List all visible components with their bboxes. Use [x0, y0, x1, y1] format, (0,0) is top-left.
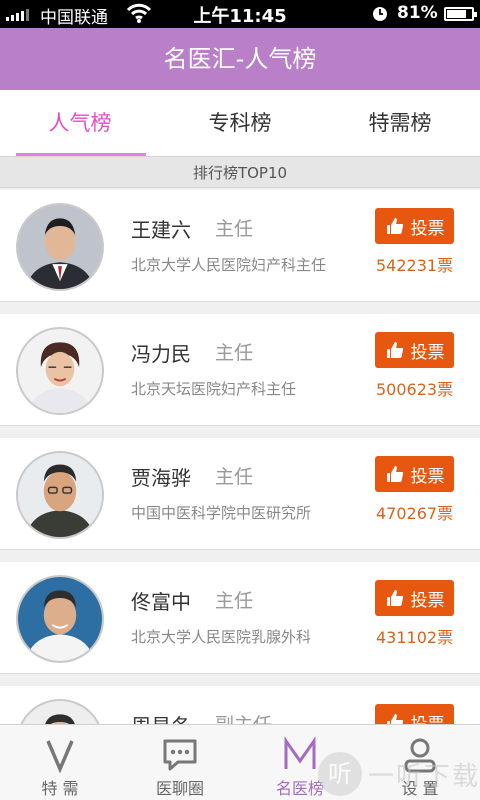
- doctor-name: 佟富中: [131, 590, 191, 614]
- m-icon: [284, 736, 316, 769]
- thumbs-up-icon: [386, 466, 403, 482]
- doctor-title: 主任: [215, 218, 254, 240]
- nav-label: 医聊圈: [155, 779, 204, 798]
- battery-percent: 81%: [397, 3, 438, 23]
- doctor-name: 王建六: [131, 218, 191, 242]
- doctor-name: 贾海骅: [131, 466, 191, 490]
- tab-specialty[interactable]: 专科榜: [160, 90, 320, 156]
- vote-button[interactable]: 投票: [375, 704, 454, 724]
- alarm-icon: [373, 7, 387, 21]
- doctor-photo: [18, 701, 102, 724]
- thumbs-up-icon: [386, 714, 403, 724]
- vote-count: 542231票: [376, 256, 454, 275]
- thumbs-up-icon: [386, 590, 403, 606]
- doctor-title: 副主任: [215, 710, 272, 724]
- avatar[interactable]: [16, 203, 104, 291]
- thumbs-up-icon: [386, 342, 403, 358]
- doctor-hospital: 北京大学人民医院妇产科主任: [131, 256, 327, 274]
- status-bar: 中国联通 上午11:45 81%: [0, 0, 480, 28]
- vote-button[interactable]: 投票: [375, 208, 454, 244]
- avatar[interactable]: [16, 327, 104, 415]
- doctor-photo: [18, 577, 102, 661]
- vote-count: 470267票: [376, 504, 454, 523]
- battery-icon: [444, 7, 477, 21]
- doctor-name: 冯力民: [131, 342, 191, 366]
- doctor-title: 主任: [215, 590, 254, 612]
- vote-count: 500623票: [376, 380, 454, 399]
- vote-label: 投票: [410, 218, 445, 239]
- doctor-row[interactable]: 周易冬 副主任 投票: [0, 686, 480, 724]
- vote-label: 投票: [410, 590, 445, 611]
- vote-label: 投票: [410, 342, 445, 363]
- avatar[interactable]: [16, 699, 104, 724]
- avatar[interactable]: [16, 575, 104, 663]
- vote-button[interactable]: 投票: [375, 456, 454, 492]
- watermark-text: 一听下载: [368, 761, 480, 792]
- doctor-photo: [18, 205, 102, 289]
- vote-count: 431102票: [376, 628, 454, 647]
- vote-label: 投票: [410, 466, 445, 487]
- watermark-logo: 听: [318, 752, 362, 796]
- doctor-hospital: 北京天坛医院妇产科主任: [131, 380, 297, 398]
- vote-button[interactable]: 投票: [375, 580, 454, 616]
- page-title: 名医汇-人气榜: [0, 28, 480, 90]
- doctor-name: 周易冬: [131, 710, 191, 724]
- nav-label: 特 需: [41, 779, 79, 798]
- tab-special-needs[interactable]: 特需榜: [320, 90, 480, 156]
- tab-popularity[interactable]: 人气榜: [0, 90, 160, 156]
- ranking-tabs: 人气榜 专科榜 特需榜: [0, 90, 480, 156]
- nav-item-special-needs[interactable]: 特 需: [0, 725, 120, 800]
- doctor-photo: [18, 453, 102, 537]
- nav-item-chat-circle[interactable]: 医聊圈: [120, 725, 240, 800]
- doctor-hospital: 中国中医科学院中医研究所: [131, 504, 312, 522]
- doctor-title: 主任: [215, 466, 254, 488]
- v-icon: [46, 740, 74, 774]
- section-title: 排行榜TOP10: [0, 156, 480, 188]
- doctor-row[interactable]: 佟富中 主任 北京大学人民医院乳腺外科 投票 431102票: [0, 562, 480, 674]
- doctor-photo: [18, 329, 102, 413]
- vote-button[interactable]: 投票: [375, 332, 454, 368]
- avatar[interactable]: [16, 451, 104, 539]
- vote-label: 投票: [411, 710, 445, 725]
- doctor-row[interactable]: 贾海骅 主任 中国中医科学院中医研究所 投票 470267票: [0, 438, 480, 550]
- doctor-title: 主任: [215, 342, 254, 364]
- thumbs-up-icon: [386, 218, 403, 234]
- watermark: 听 一听下载: [318, 752, 480, 796]
- doctor-list[interactable]: 王建六 主任 北京大学人民医院妇产科主任 投票 542231票 冯力民 主任 北…: [0, 188, 480, 724]
- chat-icon: [163, 739, 197, 771]
- doctor-hospital: 北京大学人民医院乳腺外科: [131, 628, 312, 646]
- doctor-row[interactable]: 冯力民 主任 北京天坛医院妇产科主任 投票 500623票: [0, 314, 480, 426]
- doctor-row[interactable]: 王建六 主任 北京大学人民医院妇产科主任 投票 542231票: [0, 190, 480, 302]
